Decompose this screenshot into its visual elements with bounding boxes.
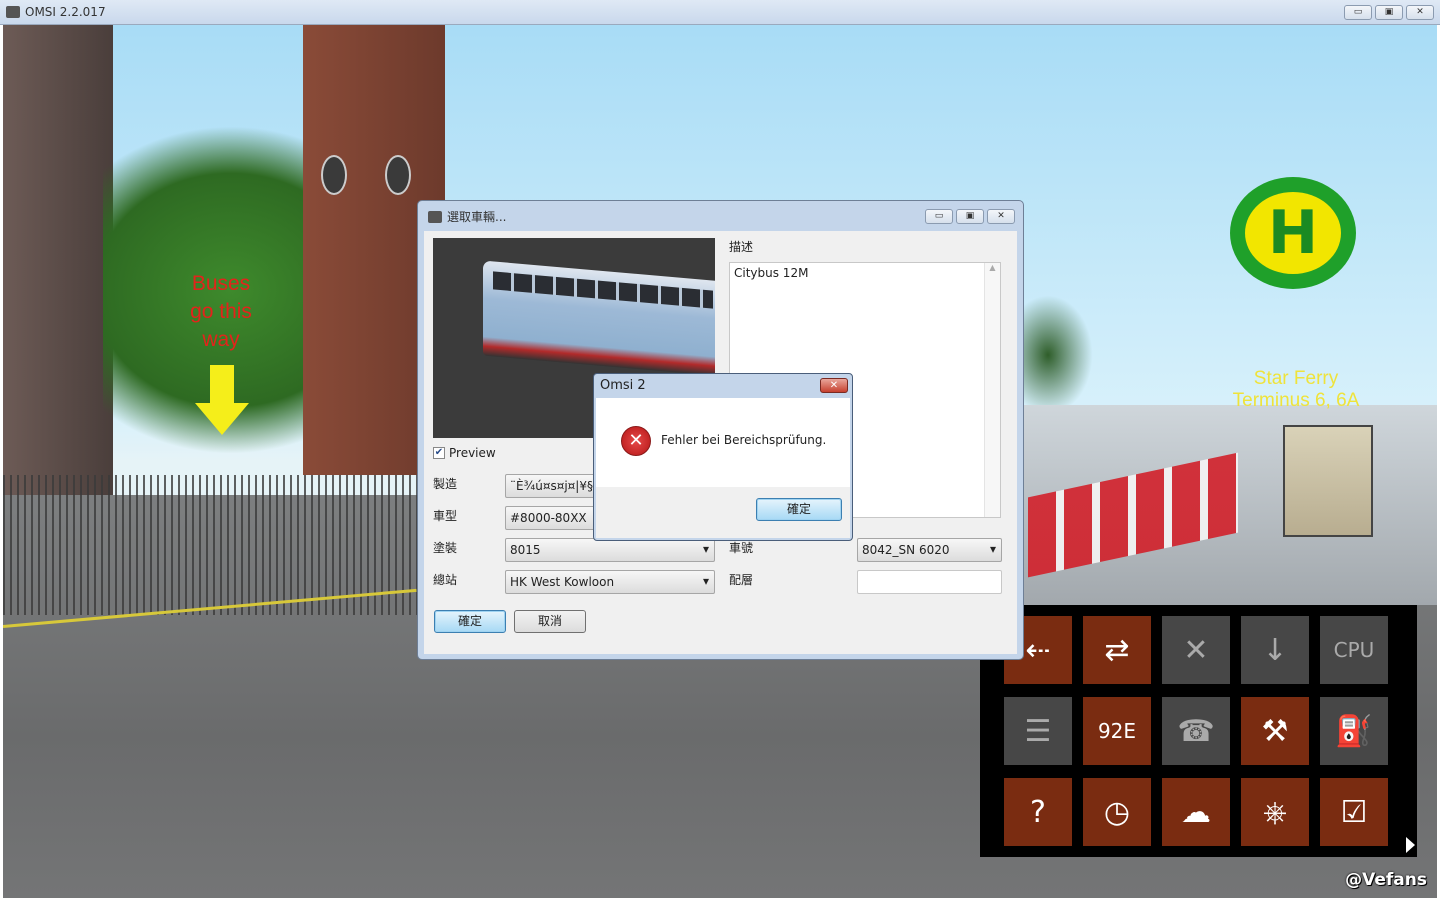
repair-tools-icon[interactable]: ⚒ bbox=[1241, 697, 1309, 765]
tow-call-icon[interactable]: ☎ bbox=[1162, 697, 1230, 765]
preview-checkbox[interactable]: ✔ bbox=[433, 447, 445, 459]
manufacturer-label: 製造 bbox=[433, 477, 458, 491]
fleet-number-dropdown[interactable]: 8042_SN 6020 bbox=[857, 538, 1002, 562]
ok-button[interactable]: 確定 bbox=[434, 610, 506, 633]
bus-stop-sign: H bbox=[1230, 177, 1356, 289]
terminus-sign: Star Ferry Terminus 6, 6A bbox=[1232, 368, 1360, 411]
buses-sign: Buses go this way bbox=[190, 272, 252, 351]
livery-dropdown[interactable]: 8015 bbox=[505, 538, 715, 562]
next-page-arrow-icon[interactable] bbox=[1406, 837, 1415, 853]
refuel-icon[interactable]: ⛽ bbox=[1320, 697, 1388, 765]
dialog-title: 選取車輛... bbox=[447, 210, 507, 224]
timetable-icon[interactable]: ☰ bbox=[1004, 697, 1072, 765]
error-dialog: Omsi 2 ✕ ✕ Fehler bei Bereichsprüfung. 確… bbox=[593, 373, 853, 541]
watermark: @Vefans bbox=[1345, 870, 1427, 890]
bus-remove-icon[interactable]: ✕ bbox=[1162, 616, 1230, 684]
description-text: Citybus 12M bbox=[734, 266, 809, 280]
error-icon: ✕ bbox=[621, 426, 651, 456]
dialog-close-button[interactable]: ✕ bbox=[987, 209, 1015, 224]
help-arrow-icon[interactable]: ? bbox=[1004, 778, 1072, 846]
app-title-bar: OMSI 2.2.017 ▭ ▣ ✕ bbox=[0, 0, 1440, 25]
clock-icon[interactable]: ◷ bbox=[1083, 778, 1151, 846]
preview-label: Preview bbox=[449, 446, 496, 460]
bus-place-icon[interactable]: ↓ bbox=[1241, 616, 1309, 684]
equipment-field[interactable] bbox=[857, 570, 1002, 594]
error-ok-button[interactable]: 確定 bbox=[756, 498, 842, 521]
building bbox=[3, 25, 113, 505]
bus-model bbox=[483, 260, 715, 377]
depot-dropdown[interactable]: HK West Kowloon bbox=[505, 570, 715, 594]
close-button[interactable]: ✕ bbox=[1406, 5, 1434, 20]
game-menu-panel: ⇠ ⇄ ✕ ↓ CPU ☰ 92E ☎ ⚒ ⛽? ◷ ☁ ⎈ ☑ bbox=[980, 605, 1417, 857]
bus-stop-letter: H bbox=[1245, 192, 1341, 274]
app-icon bbox=[6, 6, 20, 18]
bus-switch-icon[interactable]: ⇄ bbox=[1083, 616, 1151, 684]
controls-icon[interactable]: ⎈ bbox=[1241, 778, 1309, 846]
description-scrollbar[interactable]: ▲ bbox=[984, 263, 1000, 517]
down-arrow-icon bbox=[195, 365, 249, 435]
model-label: 車型 bbox=[433, 509, 458, 523]
bus-ai-cpu-icon[interactable]: CPU bbox=[1320, 616, 1388, 684]
error-dialog-title: Omsi 2 bbox=[600, 378, 646, 393]
dialog-icon bbox=[428, 210, 442, 223]
depot-value: HK West Kowloon bbox=[510, 575, 615, 589]
app-title: OMSI 2.2.017 bbox=[25, 5, 106, 19]
maximize-button[interactable]: ▣ bbox=[1375, 5, 1403, 20]
error-message: Fehler bei Bereichsprüfung. bbox=[661, 433, 827, 447]
checklist-icon[interactable]: ☑ bbox=[1320, 778, 1388, 846]
fleet-number-label: 車號 bbox=[729, 541, 754, 555]
description-label: 描述 bbox=[729, 240, 754, 254]
livery-value: 8015 bbox=[510, 543, 541, 557]
route-number-icon[interactable]: 92E bbox=[1083, 697, 1151, 765]
dialog-maximize-button[interactable]: ▣ bbox=[956, 209, 984, 224]
error-close-button[interactable]: ✕ bbox=[820, 378, 848, 393]
weather-icon[interactable]: ☁ bbox=[1162, 778, 1230, 846]
bus bbox=[1283, 425, 1373, 537]
cancel-button[interactable]: 取消 bbox=[514, 610, 586, 633]
depot-label: 總站 bbox=[433, 573, 458, 587]
dialog-minimize-button[interactable]: ▭ bbox=[925, 209, 953, 224]
fleet-number-value: 8042_SN 6020 bbox=[862, 543, 950, 557]
livery-label: 塗裝 bbox=[433, 541, 458, 555]
equipment-label: 配層 bbox=[729, 573, 754, 587]
minimize-button[interactable]: ▭ bbox=[1344, 5, 1372, 20]
